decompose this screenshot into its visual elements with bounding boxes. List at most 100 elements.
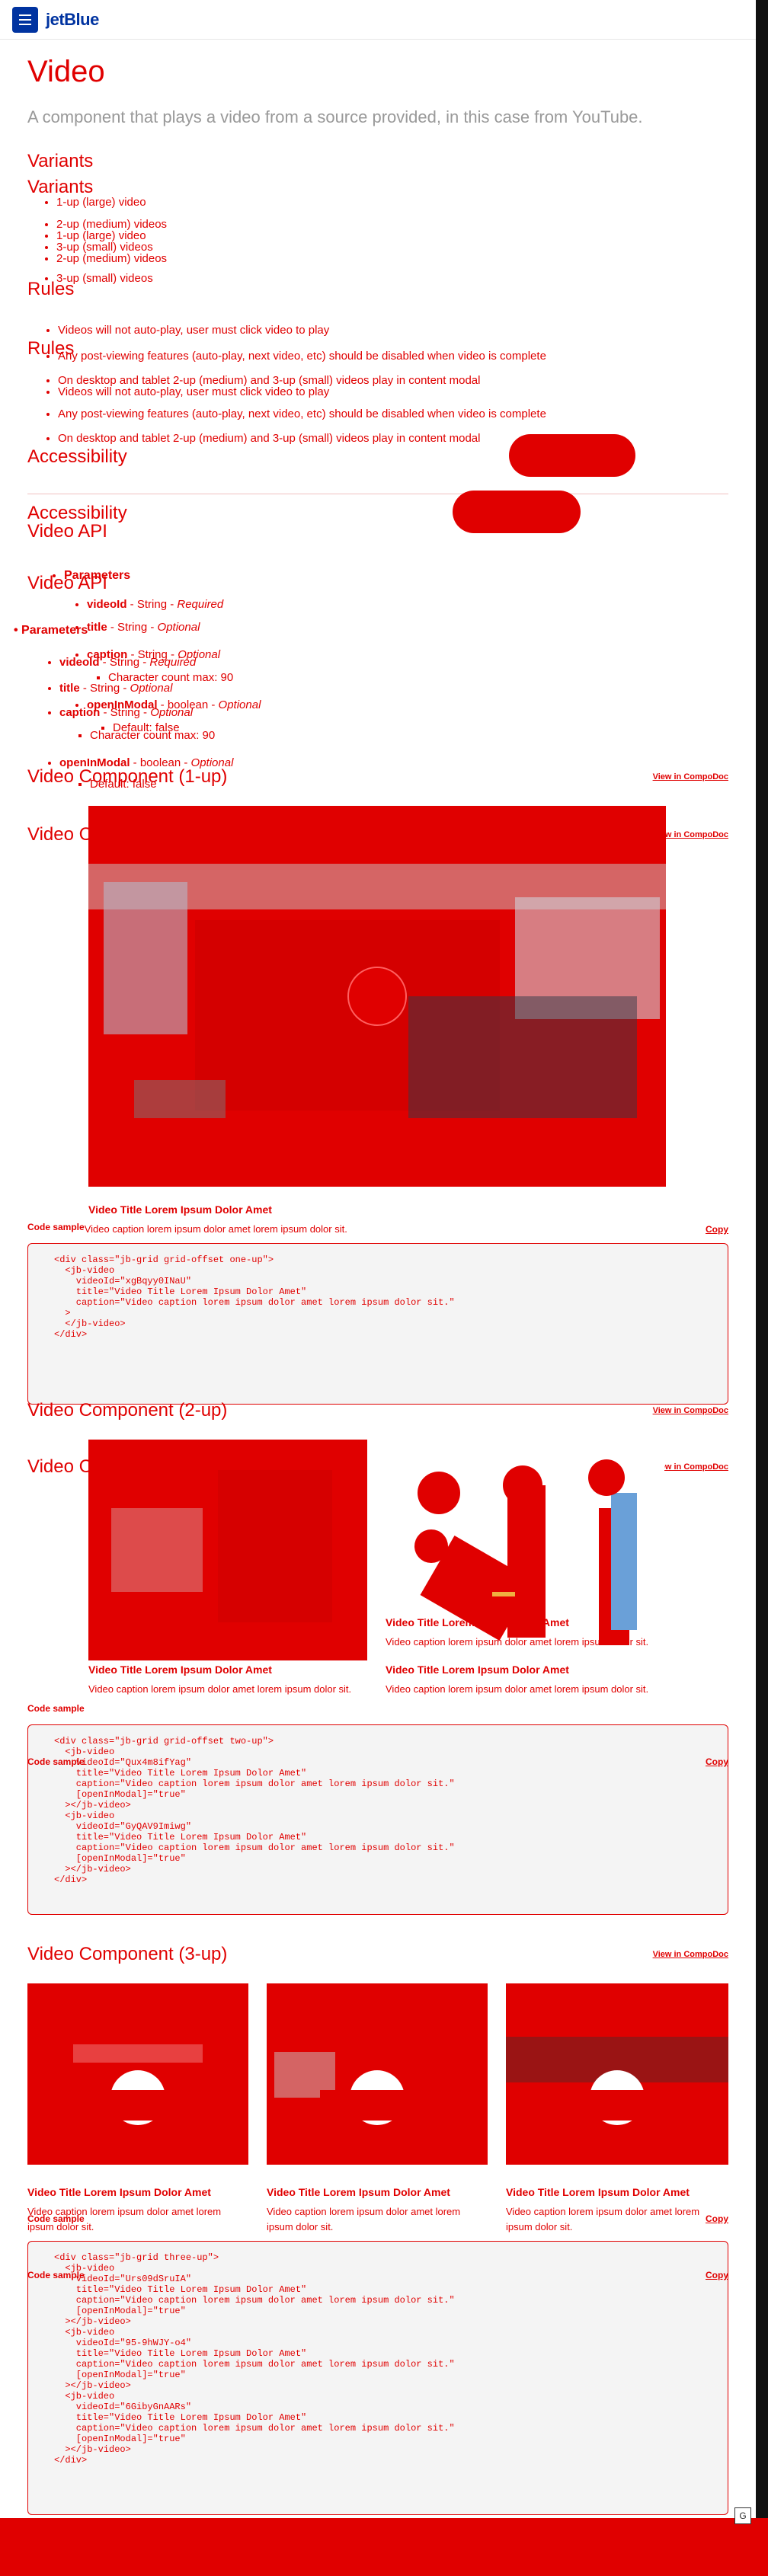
variants-list-2: 2-up (medium) videos 1-up (large) video … <box>27 219 728 264</box>
video-title: Video Title Lorem Ipsum Dolor Amet <box>386 1664 569 1676</box>
two-up-code-header: Code sample <box>27 1703 728 1714</box>
video-thumbnail <box>27 1983 248 2165</box>
list-item: Any post-viewing features (auto-play, ne… <box>58 350 728 362</box>
list-item: 1-up (large) video <box>56 197 728 208</box>
video-title: Video Title Lorem Ipsum Dolor Amet <box>267 2186 450 2198</box>
video-title: Video Title Lorem Ipsum Dolor Amet <box>27 2186 211 2198</box>
code-sample-2up[interactable]: <div class="jb-grid grid-offset two-up">… <box>27 1724 728 1915</box>
variants-section: Variants <box>27 151 728 172</box>
video-player-3up-1[interactable] <box>27 1983 248 2165</box>
variants-list: 1-up (large) video <box>27 197 728 208</box>
three-up-code-header: Code sample Copy <box>27 2213 728 2224</box>
api-heading: Video API <box>27 521 107 542</box>
variants-heading-dup: Variants <box>27 177 94 197</box>
rules-variant-3up: 3-up (small) videos <box>27 273 728 284</box>
video-player-3up-3[interactable] <box>506 1983 728 2165</box>
param-sub-1: Character count max: 90 <box>91 672 768 683</box>
one-up-header: Video Component (1-up) View in CompoDoc <box>27 766 728 788</box>
param-item: caption - String - Optional <box>59 707 747 718</box>
video-title: Video Title Lorem Ipsum Dolor Amet <box>88 1203 272 1216</box>
param-item: title - String - Optional <box>59 682 747 694</box>
scrollbar[interactable] <box>756 0 768 2576</box>
code-sample-label: Code sample <box>27 2270 85 2280</box>
params-block: Parameters <box>46 570 747 582</box>
page-description: A component that plays a video from a so… <box>27 107 643 126</box>
list-item: On desktop and tablet 2-up (medium) and … <box>58 375 728 386</box>
list-item: 3-up (small) videos <box>56 241 728 253</box>
badge-icon[interactable]: G <box>734 2507 751 2524</box>
two-up-header: Video Component (2-up) View in CompoDoc <box>27 1400 728 1421</box>
video-thumbnail <box>506 1983 728 2165</box>
param-item: videoId - String - Required <box>87 599 768 610</box>
param-subitem: Character count max: 90 <box>108 672 768 683</box>
compodoc-link[interactable]: View in CompoDoc <box>653 1406 728 1415</box>
param-list-dup-3: caption - String - Optional <box>46 707 747 718</box>
video-meta-3: Video Title Lorem Ipsum Dolor Amet Video… <box>506 2175 727 2235</box>
one-up-code-header: Code sample Video caption lorem ipsum do… <box>27 1222 728 1237</box>
video-title: Video Title Lorem Ipsum Dolor Amet <box>506 2186 690 2198</box>
two-up-meta-2: Video Title Lorem Ipsum Dolor Amet Video… <box>386 1606 667 1650</box>
three-up-meta: Video Title Lorem Ipsum Dolor Amet Video… <box>27 2175 728 2235</box>
accessibility-button-dup[interactable] <box>453 491 581 533</box>
param-list: videoId - String - Required <box>73 599 768 610</box>
code-sample-label: Code sample <box>27 1222 85 1232</box>
copy-button[interactable]: Copy <box>706 2213 728 2224</box>
code-sample-1up[interactable]: <div class="jb-grid grid-offset one-up">… <box>27 1243 728 1405</box>
page-title: Video <box>27 55 105 88</box>
two-up-code-header-dup: Code sample Copy <box>27 1756 728 1767</box>
rules-list-b: On desktop and tablet 2-up (medium) and … <box>27 375 728 398</box>
param-subitem: Character count max: 90 <box>90 730 768 741</box>
accessibility-section-dup: Accessibility Video API <box>27 503 728 542</box>
two-up-meta-2-dup: Video Title Lorem Ipsum Dolor Amet Video… <box>386 1653 667 1697</box>
main-content: Video A component that plays a video fro… <box>27 40 728 127</box>
param-item: title - String - Optional <box>87 622 768 633</box>
variants-section-dup: Variants 1-up (large) video 2-up (medium… <box>27 177 728 264</box>
video-thumbnail <box>267 1983 488 2165</box>
accessibility-button[interactable] <box>509 434 635 477</box>
code-sample-label: Code sample <box>27 1756 85 1767</box>
copy-button[interactable]: Copy <box>706 1756 728 1767</box>
rules-list-a: Any post-viewing features (auto-play, ne… <box>27 350 728 362</box>
params-heading: Parameters <box>64 570 747 582</box>
three-up-header: Video Component (3-up) View in CompoDoc <box>27 1944 728 1965</box>
rules-list: Videos will not auto-play, user must cli… <box>27 324 728 336</box>
compodoc-link[interactable]: View in CompoDoc <box>653 772 728 781</box>
play-icon <box>347 967 407 1026</box>
video-title: Video Title Lorem Ipsum Dolor Amet <box>386 1616 569 1628</box>
video-thumbnail <box>88 806 666 1187</box>
code-sample-3up[interactable]: <div class="jb-grid three-up"> <jb-video… <box>27 2241 728 2515</box>
compodoc-link[interactable]: View in CompoDoc <box>653 1950 728 1959</box>
logo[interactable]: jetBlue <box>46 10 99 30</box>
list-item: 2-up (medium) videos <box>56 219 728 230</box>
video-thumbnail <box>88 1440 367 1660</box>
video-caption: Video caption lorem ipsum dolor amet lor… <box>386 1683 649 1695</box>
list-item: 3-up (small) videos <box>56 273 728 284</box>
hamburger-menu-icon[interactable] <box>12 6 38 33</box>
footer-bar <box>0 2518 768 2576</box>
video-caption: Video caption lorem ipsum dolor amet lor… <box>88 1683 352 1695</box>
video-caption: Video caption lorem ipsum dolor amet lor… <box>84 1223 347 1235</box>
list-item: 2-up (medium) videos <box>56 253 728 264</box>
list-item: Videos will not auto-play, user must cli… <box>58 386 728 398</box>
variants-heading: Variants <box>27 151 94 171</box>
copy-button[interactable]: Copy <box>706 1224 728 1235</box>
video-player-3up-2[interactable] <box>267 1983 488 2165</box>
list-item: Videos will not auto-play, user must cli… <box>58 324 728 336</box>
three-up-code-header-dup: Code sample Copy <box>27 2270 728 2280</box>
video-meta-2: Video Title Lorem Ipsum Dolor Amet Video… <box>267 2175 488 2235</box>
param-list-dup: videoId - String - Required <box>46 657 747 668</box>
video-player-2up-1[interactable] <box>88 1440 367 1660</box>
one-up-heading: Video Component (1-up) <box>27 766 228 787</box>
param-list-dup-2: title - String - Optional <box>46 682 747 694</box>
code-sample-label: Code sample <box>27 2213 85 2224</box>
rules-list-c: Any post-viewing features (auto-play, ne… <box>27 408 728 420</box>
video-player-1up[interactable] <box>88 806 666 1187</box>
copy-button[interactable]: Copy <box>706 2270 728 2280</box>
top-bar: jetBlue <box>0 0 756 40</box>
code-sample-label: Code sample <box>27 1703 85 1714</box>
three-up-heading: Video Component (3-up) <box>27 1944 228 1964</box>
param-list-2: title - String - Optional <box>73 622 768 633</box>
param-item: videoId - String - Required <box>59 657 747 668</box>
one-up-meta: Video Title Lorem Ipsum Dolor Amet <box>88 1194 667 1216</box>
two-up-heading: Video Component (2-up) <box>27 1400 228 1421</box>
